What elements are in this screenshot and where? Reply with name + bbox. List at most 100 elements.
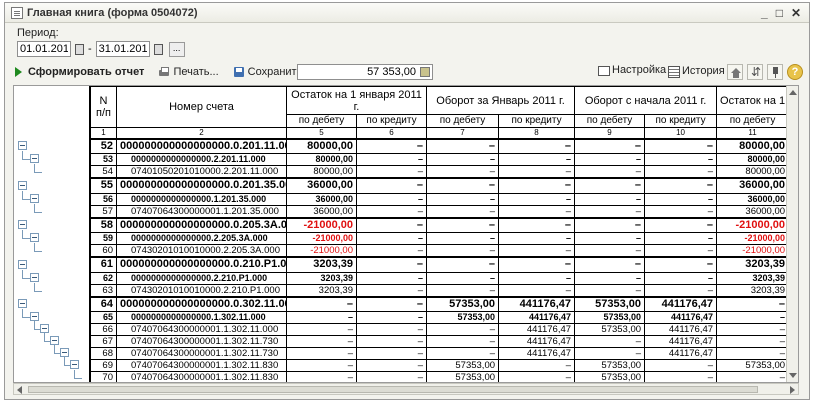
amount-cell[interactable]: – <box>355 271 428 285</box>
amount-cell[interactable]: -21000,00 <box>286 232 357 245</box>
amount-cell[interactable]: -21000,00 <box>716 216 790 233</box>
collapse-group-icon[interactable] <box>18 180 27 190</box>
account-number[interactable]: 000000000000000000.0.201.11.000 <box>116 137 287 154</box>
table-row[interactable]: 55 000000000000000000.0.201.35.000 36000,0… <box>90 177 798 194</box>
amount-cell[interactable]: – <box>426 216 500 233</box>
amount-cell[interactable]: 441176,47 <box>498 323 576 336</box>
amount-cell[interactable]: 57353,00 <box>574 371 646 382</box>
amount-cell[interactable]: – <box>286 359 357 372</box>
amount-cell[interactable]: 3203,39 <box>286 283 357 297</box>
account-number[interactable]: 07407064300000001.1.302.11.830 <box>116 371 287 382</box>
amount-cell[interactable]: 441176,47 <box>644 295 718 312</box>
amount-cell[interactable]: – <box>355 204 428 218</box>
amount-cell[interactable]: – <box>574 192 646 206</box>
amount-cell[interactable]: 3203,39 <box>716 283 790 297</box>
amount-cell[interactable]: – <box>574 137 646 154</box>
amount-cell[interactable]: – <box>644 283 718 297</box>
amount-cell[interactable]: – <box>498 165 576 179</box>
amount-cell[interactable]: – <box>498 216 576 233</box>
scroll-thumb[interactable] <box>28 386 758 393</box>
amount-cell[interactable]: – <box>355 347 428 360</box>
amount-cell[interactable]: – <box>716 335 790 348</box>
amount-cell[interactable]: 80000,00 <box>716 165 790 179</box>
close-button[interactable]: ✕ <box>791 6 801 20</box>
calendar-to-icon[interactable] <box>152 42 163 56</box>
amount-cell[interactable]: 57353,00 <box>574 323 646 336</box>
account-number[interactable]: 000000000000000000.0.210.P1.000 <box>116 256 287 273</box>
amount-cell[interactable]: 36000,00 <box>716 192 790 206</box>
amount-cell[interactable]: – <box>355 232 428 245</box>
collapse-group-icon[interactable] <box>40 324 49 333</box>
amount-cell[interactable]: – <box>644 165 718 179</box>
amount-cell[interactable]: 57353,00 <box>574 295 646 312</box>
account-number[interactable]: 07407064300000001.1.302.11.730 <box>116 347 287 360</box>
amount-cell[interactable]: 57353,00 <box>426 371 500 382</box>
amount-cell[interactable]: – <box>644 371 718 382</box>
amount-cell[interactable]: 441176,47 <box>498 295 576 312</box>
account-number[interactable]: 07407064300000001.1.302.11.830 <box>116 359 287 372</box>
amount-cell[interactable]: – <box>286 295 357 312</box>
account-number[interactable]: 000000000000000000.0.201.35.000 <box>116 177 287 194</box>
amount-cell[interactable]: 57353,00 <box>426 295 500 312</box>
account-number[interactable]: 0000000000000000.1.201.35.000 <box>116 192 287 206</box>
amount-cell[interactable]: 3203,39 <box>716 256 790 273</box>
minimize-button[interactable]: _ <box>761 6 768 20</box>
amount-cell[interactable]: – <box>574 153 646 166</box>
amount-cell[interactable]: – <box>574 256 646 273</box>
amount-cell[interactable]: – <box>644 256 718 273</box>
amount-cell[interactable]: – <box>644 232 718 245</box>
amount-cell[interactable]: – <box>498 283 576 297</box>
scroll-up-icon[interactable] <box>789 90 797 95</box>
collapse-group-icon[interactable] <box>18 298 27 308</box>
amount-cell[interactable]: 3203,39 <box>286 256 357 273</box>
table-row[interactable]: 67 07407064300000001.1.302.11.730– – –44117… <box>90 335 798 348</box>
amount-cell[interactable]: – <box>426 204 500 218</box>
amount-cell[interactable]: – <box>426 137 500 154</box>
amount-cell[interactable]: – <box>498 256 576 273</box>
amount-cell[interactable]: – <box>426 323 500 336</box>
amount-cell[interactable]: – <box>644 244 718 258</box>
amount-cell[interactable]: – <box>574 271 646 285</box>
account-number[interactable]: 000000000000000000.0.205.3A.000 <box>116 216 287 233</box>
amount-cell[interactable]: – <box>498 359 576 372</box>
amount-cell[interactable]: – <box>355 295 428 312</box>
print-button[interactable]: Печать... <box>158 66 219 78</box>
amount-cell[interactable]: – <box>574 165 646 179</box>
amount-cell[interactable]: 57353,00 <box>426 311 500 324</box>
table-row[interactable]: 56 0000000000000000.1.201.35.000 36000,00–… <box>90 192 798 206</box>
table-row[interactable]: 54 07401050201010000.2.201.11.000 80000,00… <box>90 165 798 179</box>
table-row[interactable]: 68 07407064300000001.1.302.11.730– – –44117… <box>90 347 798 360</box>
amount-cell[interactable]: – <box>716 323 790 336</box>
amount-cell[interactable]: 36000,00 <box>286 177 357 194</box>
collapse-group-icon[interactable] <box>70 360 79 369</box>
table-row[interactable]: 63 07430201010010000.2.210.P1.000 3203,39–… <box>90 283 798 297</box>
amount-cell[interactable]: – <box>355 177 428 194</box>
vertical-scrollbar[interactable] <box>786 86 798 382</box>
amount-cell[interactable]: 3203,39 <box>286 271 357 285</box>
collapse-group-icon[interactable] <box>18 140 27 150</box>
amount-cell[interactable]: – <box>286 347 357 360</box>
amount-cell[interactable]: 57353,00 <box>574 359 646 372</box>
amount-cell[interactable]: 441176,47 <box>644 347 718 360</box>
amount-cell[interactable]: – <box>574 347 646 360</box>
amount-cell[interactable]: – <box>355 165 428 179</box>
amount-cell[interactable]: – <box>498 244 576 258</box>
amount-cell[interactable]: – <box>574 204 646 218</box>
account-number[interactable]: 07407064300000001.1.302.11.730 <box>116 335 287 348</box>
amount-cell[interactable]: – <box>355 359 428 372</box>
amount-cell[interactable]: 57353,00 <box>716 359 790 372</box>
account-number[interactable]: 0000000000000000.2.205.3A.000 <box>116 232 287 245</box>
scroll-left-icon[interactable] <box>17 386 22 394</box>
expand-collapse-icon[interactable] <box>747 64 763 80</box>
table-row[interactable]: 66 07407064300000001.1.302.11.000– – –44117… <box>90 323 798 336</box>
amount-cell[interactable]: 36000,00 <box>716 177 790 194</box>
amount-cell[interactable]: – <box>426 165 500 179</box>
account-number[interactable]: 07430201010010000.2.205.3A.000 <box>116 244 287 258</box>
table-row[interactable]: 61 000000000000000000.0.210.P1.000 3203,39… <box>90 256 798 273</box>
amount-cell[interactable]: 57353,00 <box>574 311 646 324</box>
amount-cell[interactable]: – <box>355 153 428 166</box>
amount-cell[interactable]: – <box>426 232 500 245</box>
amount-cell[interactable]: – <box>644 216 718 233</box>
table-row[interactable]: 62 0000000000000000.2.210.P1.000 3203,39– –… <box>90 271 798 285</box>
collapse-group-icon[interactable] <box>30 273 39 282</box>
